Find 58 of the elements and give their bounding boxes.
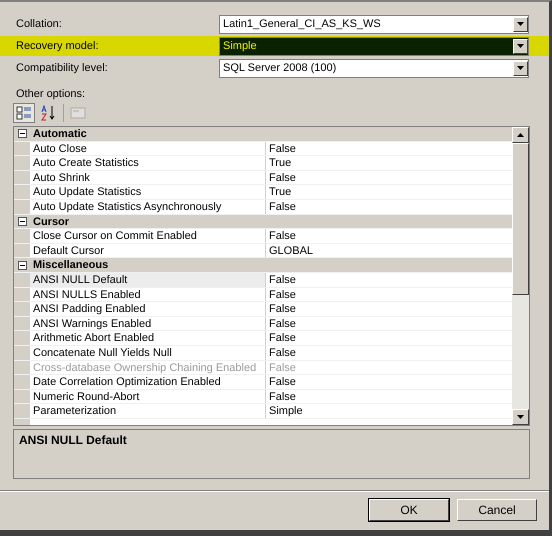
dropdown-button[interactable] [513,38,528,54]
property-value[interactable]: GLOBAL [266,244,512,258]
property-value[interactable]: False [266,288,512,302]
property-value[interactable]: False [266,316,512,330]
property-value[interactable]: False [266,346,512,360]
description-title: ANSI NULL Default [19,433,127,447]
cancel-button[interactable]: Cancel [457,499,537,521]
category-header: Automatic [30,127,512,141]
down-arrow-icon [517,22,524,26]
property-name[interactable]: ANSI NULLS Enabled [30,288,266,302]
property-name[interactable]: Auto Shrink [30,170,266,184]
property-value[interactable]: True [266,156,512,170]
category-header: Cursor [30,214,512,228]
property-value[interactable]: Simple [266,404,512,418]
property-name[interactable]: Auto Close [30,142,266,156]
property-value[interactable]: False [266,302,512,316]
scroll-thumb[interactable] [512,143,529,295]
property-value[interactable]: False [266,142,512,156]
dropdown-field[interactable]: SQL Server 2008 (100) [219,58,529,78]
categorized-button[interactable] [13,103,35,123]
property-pages-icon [70,106,86,120]
property-value[interactable]: False [266,390,512,404]
property-name[interactable]: ANSI Padding Enabled [30,302,266,316]
ok-button[interactable]: OK [369,499,449,521]
property-name[interactable]: Auto Update Statistics [30,185,266,199]
down-arrow-icon [517,44,524,48]
property-value[interactable]: False [266,375,512,389]
property-name[interactable]: ANSI Warnings Enabled [30,316,266,330]
collapse-icon[interactable] [18,260,26,270]
scrollbar[interactable] [512,127,529,425]
down-arrow-icon [517,415,524,419]
section-label: Other options: [15,88,86,100]
property-value[interactable]: False [266,170,512,184]
scroll-down-button[interactable] [512,409,529,425]
property-value[interactable]: False [266,229,512,243]
collapse-icon[interactable] [18,129,26,138]
property-value[interactable]: False [266,272,512,287]
scroll-up-button[interactable] [512,127,529,143]
property-value[interactable]: False [266,331,512,345]
dropdown-field[interactable]: Latin1_General_CI_AS_KS_WS [219,14,529,34]
sort-az-icon [41,105,57,121]
dropdown-field[interactable]: Simple [219,36,529,56]
field-label: Recovery model: [15,40,100,52]
property-name[interactable]: Auto Create Statistics [30,156,266,170]
property-name[interactable]: ANSI NULL Default [30,272,266,287]
property-name[interactable]: Arithmetic Abort Enabled [30,331,266,345]
categorized-icon [16,105,32,121]
collapse-icon[interactable] [18,216,26,226]
property-value[interactable]: False [266,200,512,214]
property-value[interactable]: True [266,185,512,199]
category-header: Miscellaneous [30,258,512,272]
dropdown-button[interactable] [513,16,528,32]
property-name[interactable]: Auto Update Statistics Asynchronously [30,200,266,214]
up-arrow-icon [517,133,524,137]
dropdown-button[interactable] [513,60,528,76]
field-label: Collation: [15,18,63,30]
field-label: Compatibility level: [15,62,109,74]
down-arrow-icon [517,66,524,70]
